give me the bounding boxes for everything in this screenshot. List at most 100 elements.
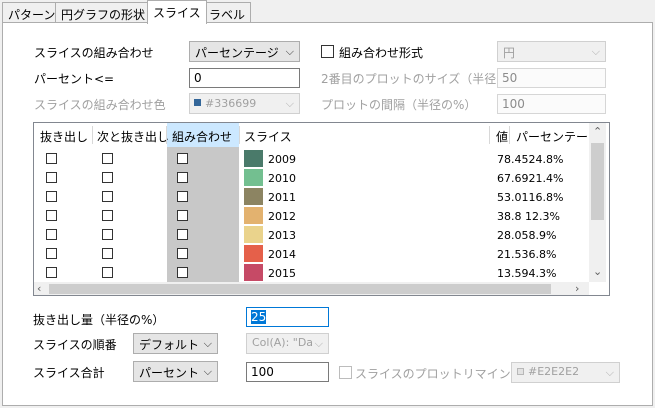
explode-amount-label: 抜き出し量（半径の%） <box>33 313 165 327</box>
plot-reminder-checkbox[interactable] <box>339 366 352 379</box>
scroll-up-icon[interactable]: ⌃ <box>593 126 602 137</box>
tab-pie-shape[interactable]: 円グラフの形状 <box>55 2 152 23</box>
slice-color-swatch[interactable] <box>244 150 263 167</box>
tab-pattern[interactable]: パターン <box>2 2 62 23</box>
percent-threshold-label: パーセント<= <box>34 72 115 86</box>
plot-reminder-color-value: #E2E2E2 <box>528 365 580 378</box>
second-plot-size-value: 50 <box>502 71 518 85</box>
slice-year: 2015 <box>268 267 296 280</box>
slice-value-percent: 78.4524.8% <box>497 153 564 166</box>
vertical-scrollbar[interactable]: ⌃ ⌄ <box>589 123 606 282</box>
slice-value-percent: 38.8 12.3% <box>497 210 560 223</box>
chevron-down-icon: ⌵ <box>314 337 323 350</box>
slice-total-value: パーセント <box>139 366 200 380</box>
header-divider <box>166 126 167 144</box>
table-row[interactable]: 2015 13.594.3% <box>34 264 589 283</box>
slice-color-swatch[interactable] <box>244 245 263 262</box>
next-explode-checkbox[interactable] <box>102 153 113 164</box>
header-next-explode[interactable]: 次と抜き出し <box>93 123 169 147</box>
explode-checkbox[interactable] <box>46 248 57 259</box>
combine-slices-dropdown[interactable]: パーセンテージ ⌵ <box>189 41 300 62</box>
tab-label-label: ラベル <box>209 8 246 22</box>
combine-checkbox[interactable] <box>177 172 188 183</box>
explode-checkbox[interactable] <box>46 210 57 221</box>
header-explode[interactable]: 抜き出し <box>36 123 88 147</box>
slice-color-swatch[interactable] <box>244 264 263 281</box>
table-row[interactable]: 2014 21.536.8% <box>34 245 589 264</box>
color-swatch-icon <box>194 99 201 106</box>
next-explode-checkbox[interactable] <box>102 210 113 221</box>
combine-checkbox[interactable] <box>177 210 188 221</box>
scroll-right-icon[interactable]: › <box>575 283 579 294</box>
explode-checkbox[interactable] <box>46 153 57 164</box>
next-explode-checkbox[interactable] <box>102 191 113 202</box>
slice-total-input[interactable]: 100 <box>246 362 329 382</box>
combine-slices-label: スライスの組み合わせ <box>34 46 154 60</box>
combine-format-dropdown[interactable]: 円 ⌵ <box>497 41 606 62</box>
horizontal-scroll-thumb[interactable] <box>49 284 551 294</box>
tab-label[interactable]: ラベル <box>203 2 252 23</box>
header-percent[interactable]: パーセンテー <box>512 123 588 147</box>
slice-order-label: スライスの順番 <box>33 338 117 352</box>
explode-checkbox[interactable] <box>46 191 57 202</box>
tab-slice-label: スライス <box>153 6 201 20</box>
slice-color-swatch[interactable] <box>244 169 263 186</box>
plot-gap-label: プロットの間隔（半径の%） <box>321 98 477 112</box>
order-column-dropdown[interactable]: Col(A): "Da ⌵ <box>246 333 329 354</box>
combine-slices-value: パーセンテージ <box>195 46 279 60</box>
slice-value-percent: 28.058.9% <box>497 229 557 242</box>
explode-checkbox[interactable] <box>46 172 57 183</box>
plot-reminder-color-dropdown[interactable]: #E2E2E2 ⌵ <box>511 362 620 383</box>
combine-checkbox[interactable] <box>177 191 188 202</box>
combine-format-label: 組み合わせ形式 <box>339 46 424 60</box>
percent-threshold-value: 0 <box>194 71 202 85</box>
combine-checkbox[interactable] <box>177 267 188 278</box>
color-swatch-icon <box>517 368 524 375</box>
combine-checkbox[interactable] <box>177 248 188 259</box>
explode-checkbox[interactable] <box>46 267 57 278</box>
slice-color-swatch[interactable] <box>244 207 263 224</box>
explode-checkbox[interactable] <box>46 229 57 240</box>
explode-amount-input[interactable]: 25 <box>246 307 329 327</box>
header-combine[interactable]: 組み合わせ <box>168 123 232 147</box>
slice-order-dropdown[interactable]: デフォルト ⌵ <box>133 333 218 354</box>
next-explode-checkbox[interactable] <box>102 229 113 240</box>
next-explode-checkbox[interactable] <box>102 267 113 278</box>
header-value[interactable]: 値 <box>492 123 508 147</box>
slice-year: 2011 <box>268 191 296 204</box>
scroll-left-icon[interactable]: ‹ <box>37 283 41 294</box>
slice-color-swatch[interactable] <box>244 226 263 243</box>
combine-format-checkbox[interactable] <box>321 45 334 58</box>
tab-pie-shape-label: 円グラフの形状 <box>61 8 146 22</box>
next-explode-checkbox[interactable] <box>102 172 113 183</box>
horizontal-scrollbar[interactable]: ‹ › <box>34 282 589 295</box>
combine-checkbox[interactable] <box>177 229 188 240</box>
header-slice[interactable]: スライス <box>240 123 292 147</box>
combine-checkbox[interactable] <box>177 153 188 164</box>
slice-total-dropdown[interactable]: パーセント ⌵ <box>133 361 218 382</box>
slice-year: 2009 <box>268 153 296 166</box>
tab-slice[interactable]: スライス <box>147 0 207 24</box>
chevron-down-icon: ⌵ <box>285 97 294 110</box>
second-plot-size-input[interactable]: 50 <box>497 68 606 88</box>
plot-gap-input[interactable]: 100 <box>497 94 606 114</box>
combine-color-dropdown[interactable]: #336699 ⌵ <box>189 93 300 114</box>
slice-value-percent: 21.536.8% <box>497 248 557 261</box>
table-row[interactable]: 2013 28.058.9% <box>34 226 589 245</box>
slice-value-percent: 67.6921.4% <box>497 172 564 185</box>
table-row[interactable]: 2009 78.4524.8% <box>34 150 589 169</box>
order-column-value: Col(A): "Da <box>252 336 314 349</box>
slice-color-swatch[interactable] <box>244 188 263 205</box>
plot-gap-value: 100 <box>502 97 525 111</box>
table-row[interactable]: 2012 38.8 12.3% <box>34 207 589 226</box>
next-explode-checkbox[interactable] <box>102 248 113 259</box>
header-divider <box>509 126 510 144</box>
percent-threshold-input[interactable]: 0 <box>189 68 300 88</box>
scroll-down-icon[interactable]: ⌄ <box>593 266 602 277</box>
slices-grid[interactable]: 抜き出し 次と抜き出し 組み合わせ スライス 値 パーセンテー 2009 78.4… <box>33 122 610 296</box>
table-row[interactable]: 2010 67.6921.4% <box>34 169 589 188</box>
tab-pattern-label: パターン <box>8 8 56 22</box>
slice-order-value: デフォルト <box>139 338 200 352</box>
table-row[interactable]: 2011 53.0116.8% <box>34 188 589 207</box>
vertical-scroll-thumb[interactable] <box>591 143 604 220</box>
